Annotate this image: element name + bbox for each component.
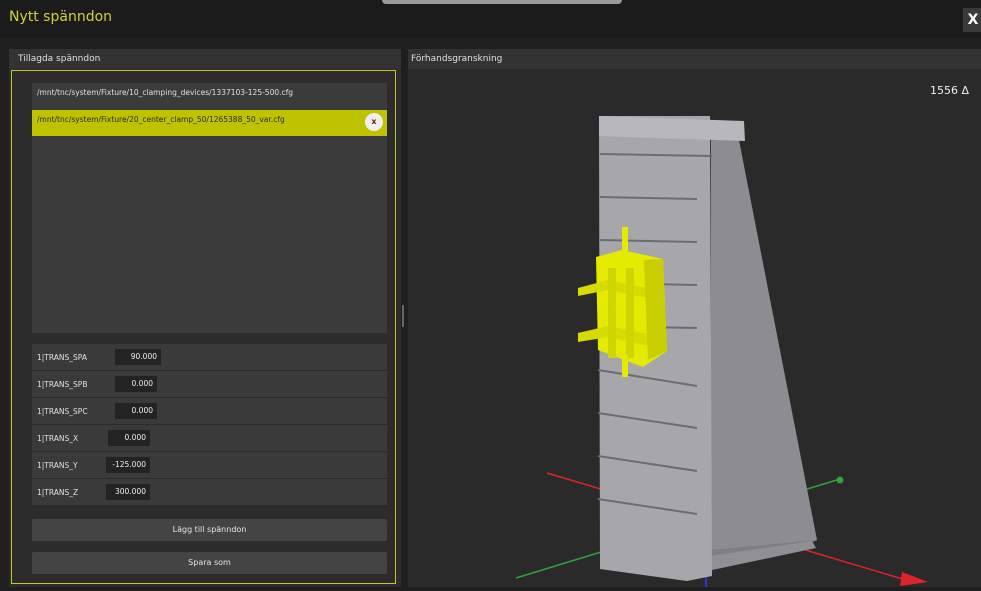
save-as-button[interactable]: Spara som	[32, 552, 387, 574]
title-bar: Nytt spänndon X	[0, 0, 981, 38]
table-row: 1|TRANS_X 0.000	[32, 425, 387, 452]
table-row: 1|TRANS_Y -125.000	[32, 452, 387, 479]
param-value-field[interactable]: -125.000	[106, 457, 150, 473]
window-title: Nytt spänndon	[9, 9, 113, 25]
list-item[interactable]: /mnt/tnc/system/Fixture/10_clamping_devi…	[32, 83, 387, 109]
3d-viewport[interactable]	[408, 70, 981, 587]
param-label: 1|TRANS_SPA	[37, 353, 87, 362]
param-label: 1|TRANS_Y	[37, 461, 78, 470]
panel-title: Tillagda spänndon	[18, 54, 101, 64]
param-value-field[interactable]: 90.000	[115, 349, 161, 365]
splitter-handle[interactable]	[402, 305, 404, 327]
panel-header: Tillagda spänndon	[9, 49, 401, 69]
zoom-scale-readout: 1556 Δ	[930, 84, 970, 97]
remove-file-button[interactable]: x	[365, 113, 383, 131]
param-label: 1|TRANS_SPC	[37, 407, 88, 416]
panel-title: Förhandsgranskning	[411, 54, 503, 64]
close-button[interactable]: X	[963, 8, 981, 32]
table-row: 1|TRANS_SPC 0.000	[32, 398, 387, 425]
drag-handle[interactable]	[382, 0, 622, 4]
preview-panel: Förhandsgranskning	[408, 49, 981, 587]
panel-header: Förhandsgranskning	[408, 49, 981, 69]
y-axis-end	[836, 476, 844, 484]
file-path: /mnt/tnc/system/Fixture/20_center_clamp_…	[37, 115, 285, 124]
file-path: /mnt/tnc/system/Fixture/10_clamping_devi…	[37, 88, 294, 97]
fixture-side-face	[711, 135, 817, 552]
add-fixture-button[interactable]: Lägg till spänndon	[32, 519, 387, 541]
param-value-field[interactable]: 0.000	[115, 376, 157, 392]
param-value-field[interactable]: 300.000	[106, 484, 150, 500]
param-label: 1|TRANS_Z	[37, 488, 79, 497]
fixture-model-3d	[515, 116, 928, 587]
param-value-field[interactable]: 0.000	[108, 430, 150, 446]
table-row: 1|TRANS_SPB 0.000	[32, 371, 387, 398]
table-row: 1|TRANS_Z 300.000	[32, 479, 387, 506]
x-axis-arrow	[900, 572, 928, 586]
table-row: 1|TRANS_SPA 90.000	[32, 344, 387, 371]
param-value-field[interactable]: 0.000	[115, 403, 157, 419]
param-label: 1|TRANS_X	[37, 434, 79, 443]
list-item-selected[interactable]: /mnt/tnc/system/Fixture/20_center_clamp_…	[32, 110, 387, 136]
fixture-file-list: /mnt/tnc/system/Fixture/10_clamping_devi…	[32, 83, 387, 333]
param-label: 1|TRANS_SPB	[37, 380, 88, 389]
transform-params-table: 1|TRANS_SPA 90.000 1|TRANS_SPB 0.000 1|T…	[32, 344, 387, 506]
